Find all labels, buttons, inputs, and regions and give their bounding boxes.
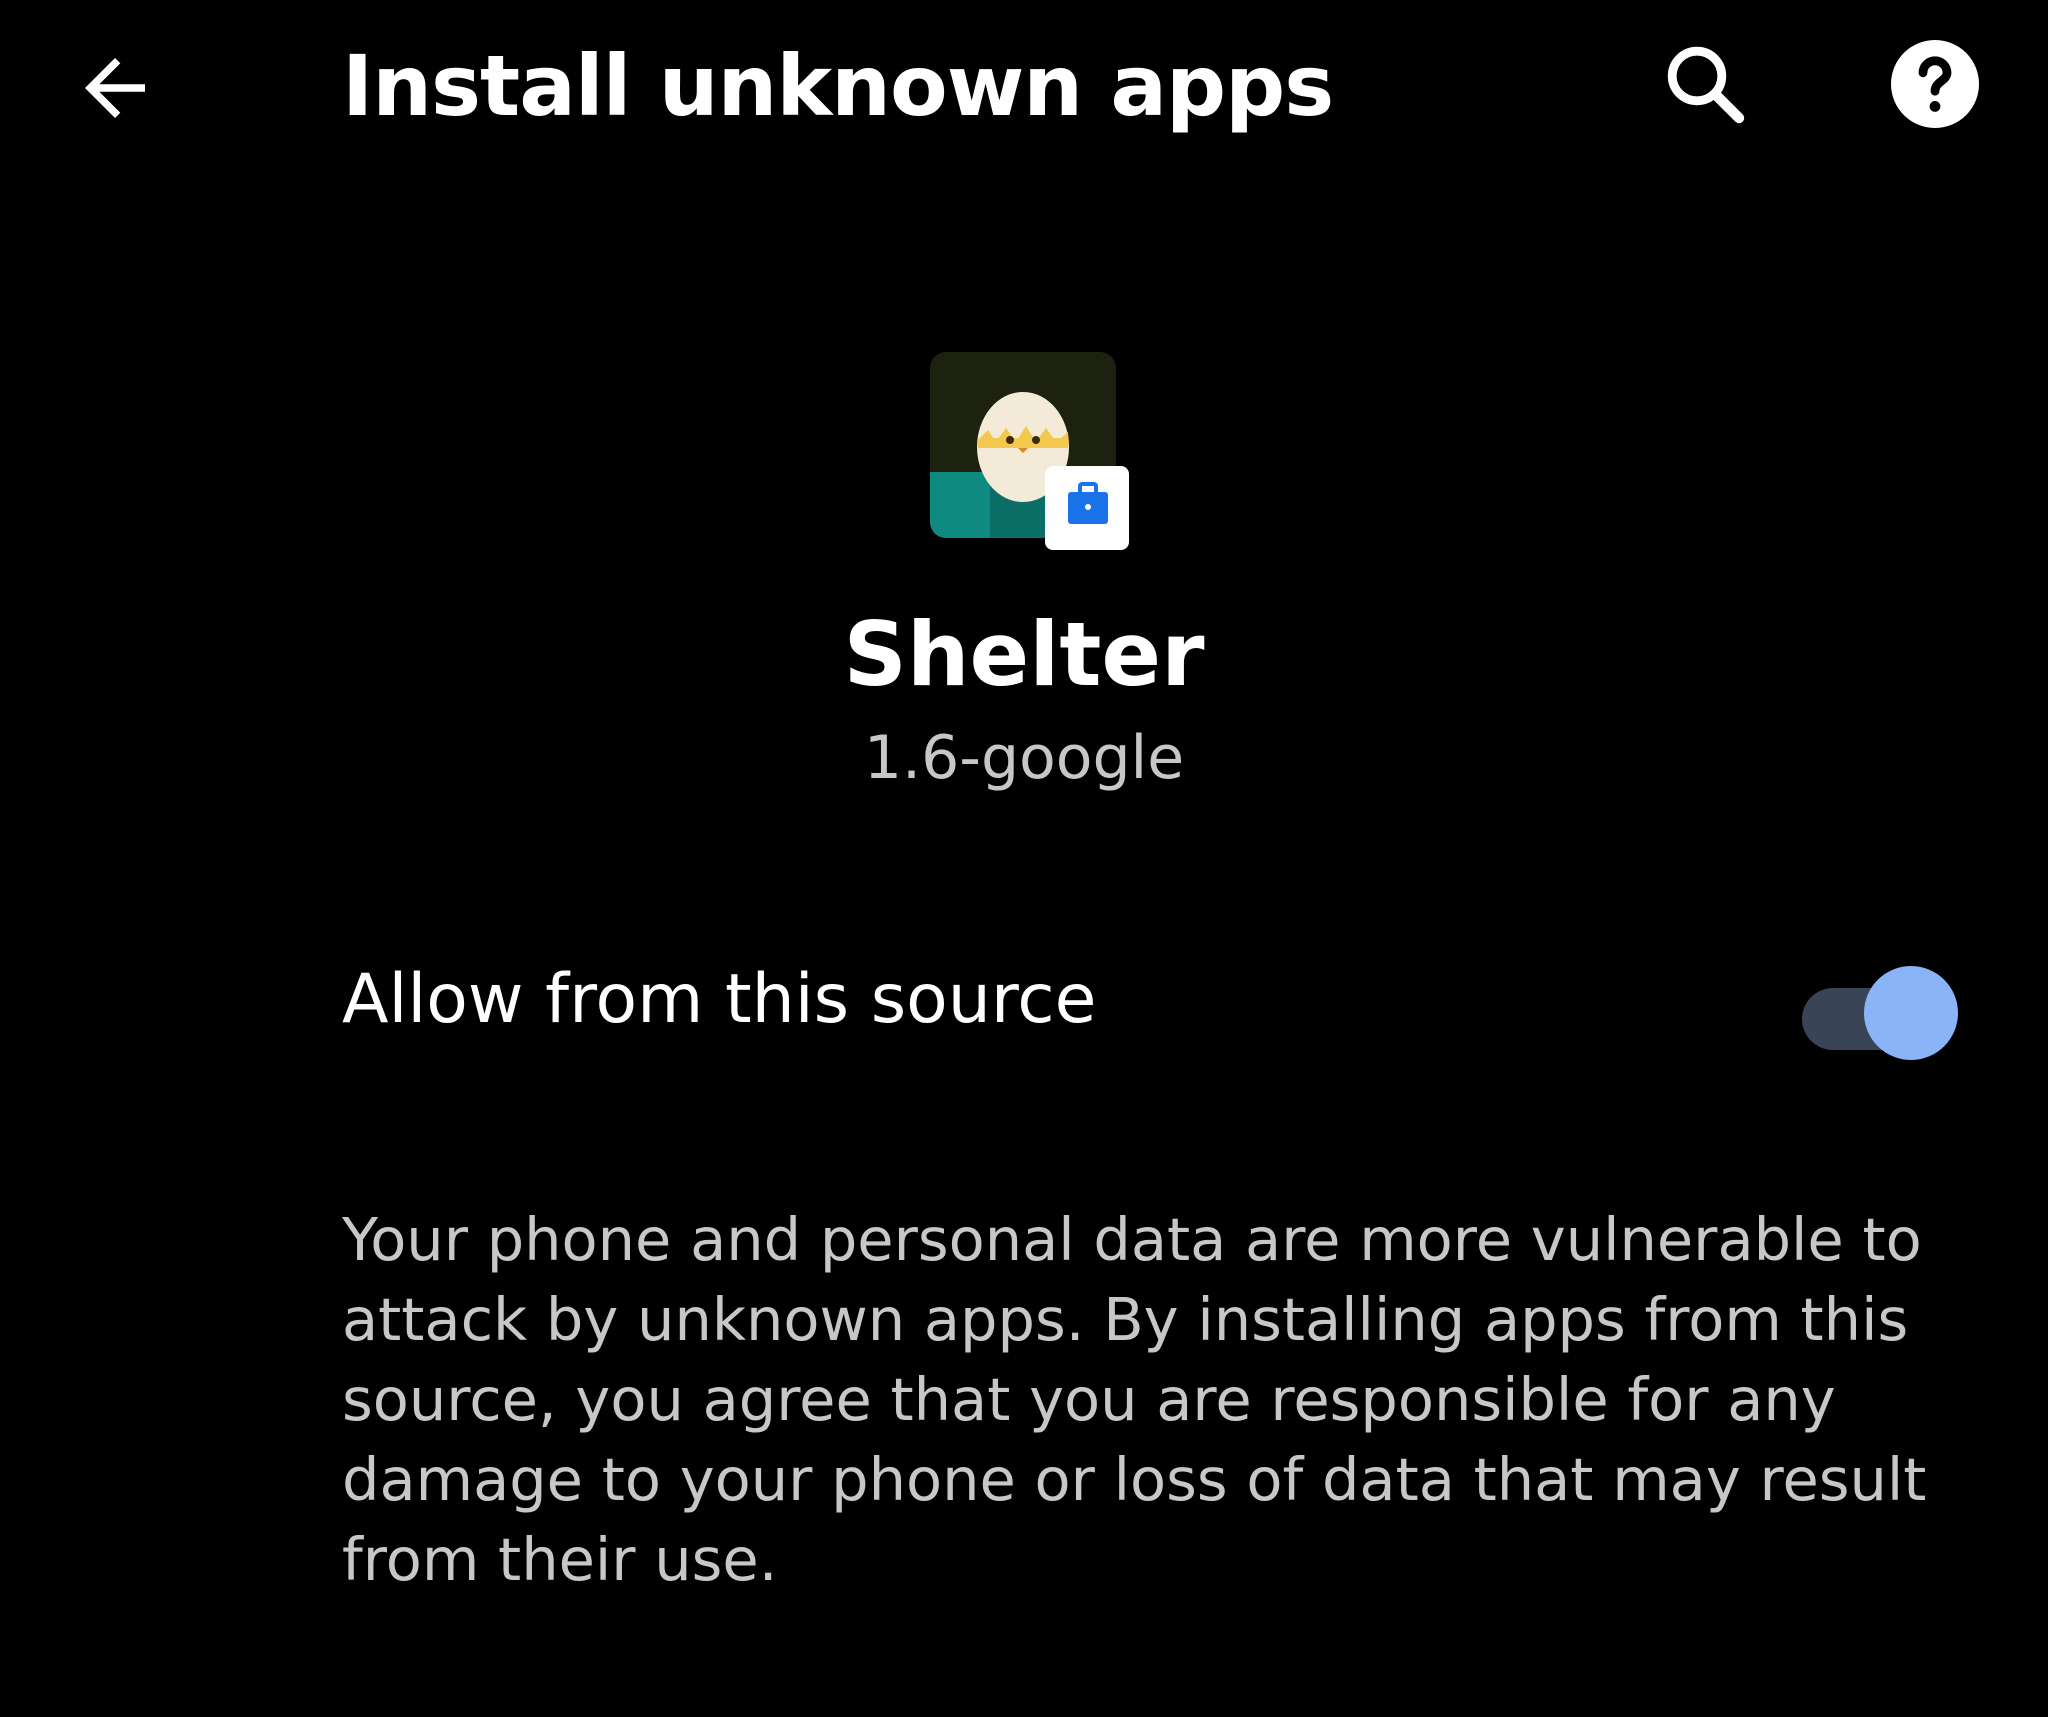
security-warning-text: Your phone and personal data are more vu… xyxy=(342,1205,1927,1594)
search-button[interactable] xyxy=(1650,36,1760,136)
back-button[interactable] xyxy=(70,40,200,140)
page-title: Install unknown apps xyxy=(342,37,1334,135)
shelter-app-icon xyxy=(930,352,1135,557)
app-name: Shelter xyxy=(843,603,1205,706)
help-button[interactable] xyxy=(1880,36,1990,136)
work-briefcase-badge-icon xyxy=(1045,466,1129,550)
search-icon xyxy=(1657,36,1753,136)
allow-from-source-label: Allow from this source xyxy=(342,960,1097,1039)
allow-from-source-switch[interactable] xyxy=(1800,960,1960,1060)
allow-from-source-row[interactable]: Allow from this source xyxy=(0,930,2048,1080)
switch-thumb xyxy=(1864,966,1958,1060)
help-icon xyxy=(1887,36,1983,136)
arrow-back-icon xyxy=(70,43,160,137)
app-version: 1.6-google xyxy=(863,723,1185,793)
